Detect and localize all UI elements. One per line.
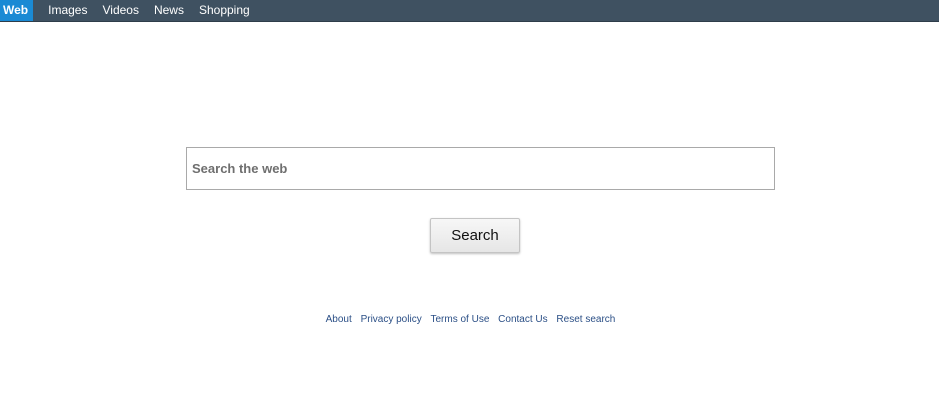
tab-news[interactable]: News — [147, 0, 191, 21]
footer-link-privacy-policy[interactable]: Privacy policy — [361, 314, 422, 325]
search-box — [186, 147, 775, 190]
tab-shopping[interactable]: Shopping — [192, 0, 257, 21]
footer-links: About Privacy policy Terms of Use Contac… — [0, 313, 939, 327]
footer-link-terms-of-use[interactable]: Terms of Use — [430, 314, 489, 325]
footer-link-contact-us[interactable]: Contact Us — [498, 314, 547, 325]
search-button[interactable]: Search — [430, 218, 520, 253]
search-input[interactable] — [187, 148, 774, 189]
tab-images[interactable]: Images — [41, 0, 94, 21]
footer-link-about[interactable]: About — [326, 314, 352, 325]
tab-web[interactable]: Web — [0, 0, 34, 21]
tab-videos[interactable]: Videos — [95, 0, 145, 21]
top-nav-bar: Web Images Videos News Shopping — [0, 0, 939, 22]
footer-link-reset-search[interactable]: Reset search — [556, 314, 615, 325]
